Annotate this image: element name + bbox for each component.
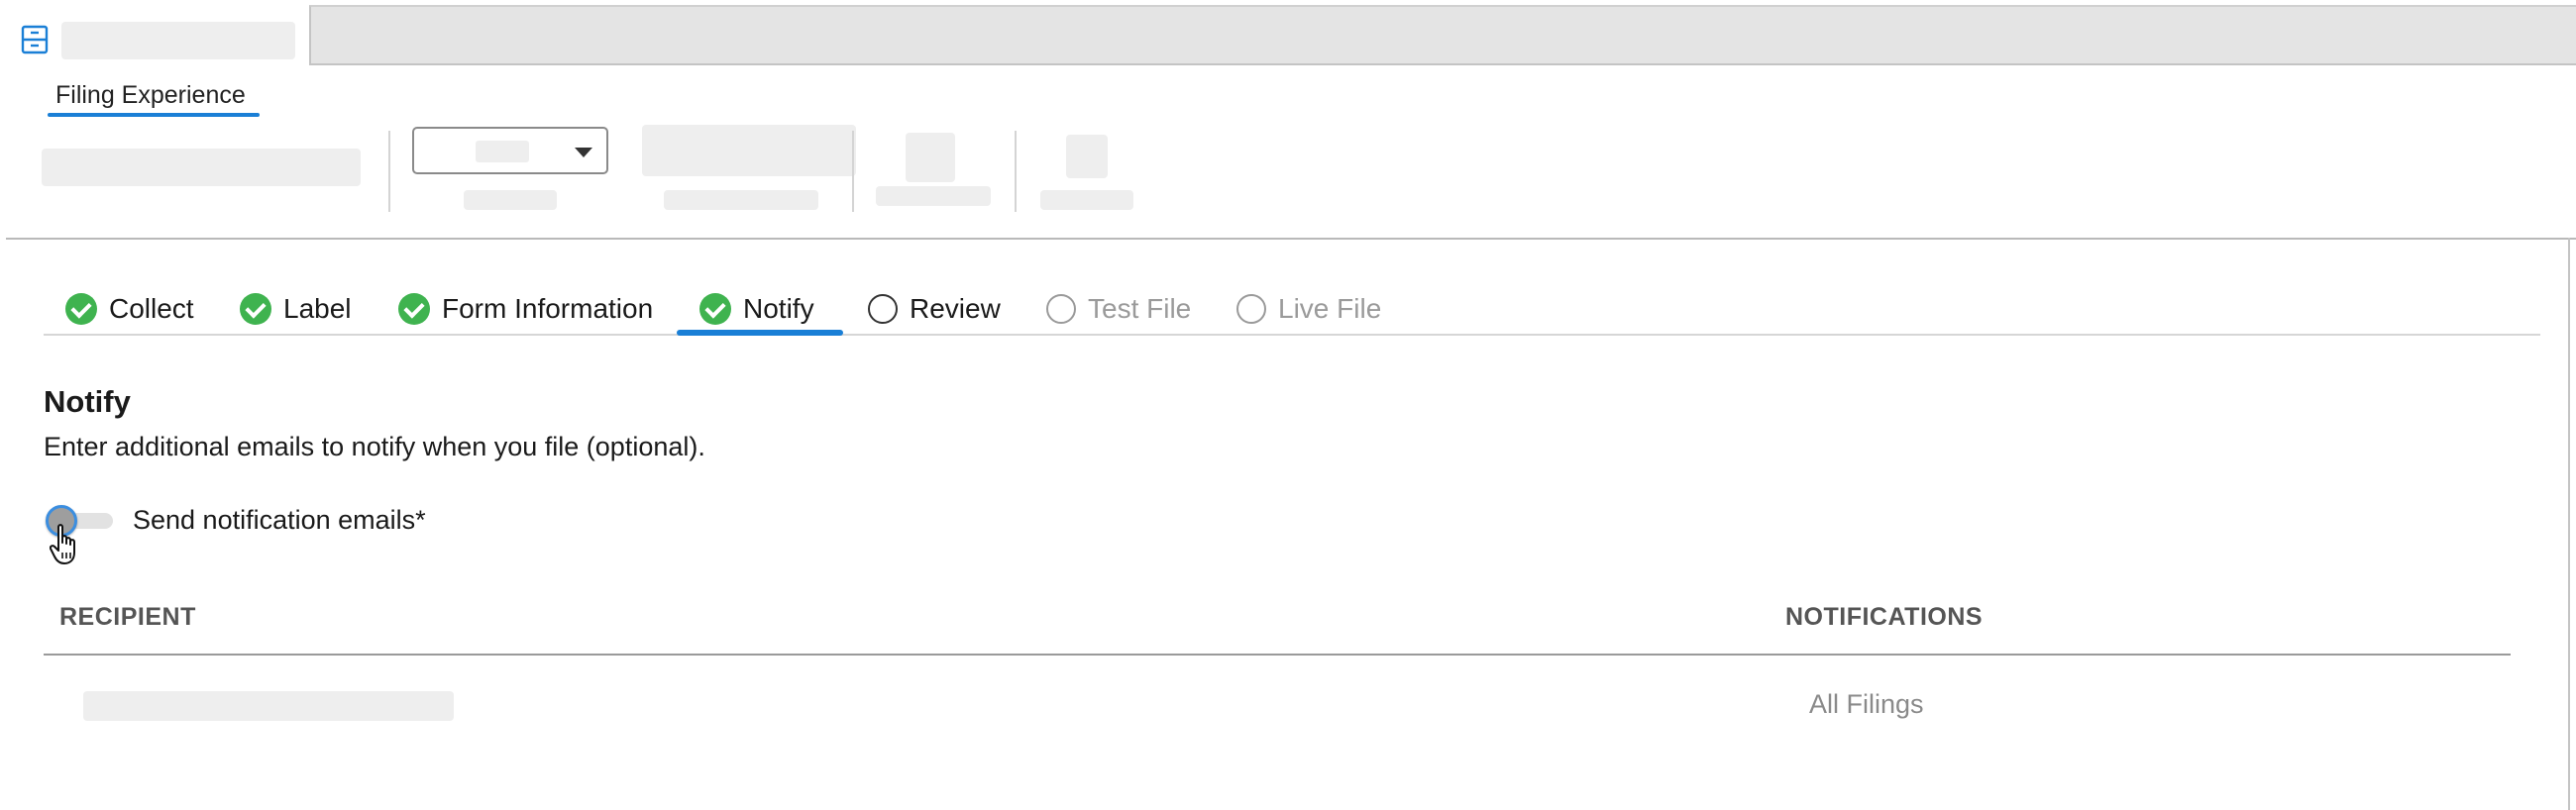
file-cabinet-icon [21,25,49,54]
step-label: Form Information [442,293,654,324]
check-circle-icon [699,293,731,325]
toolbar-divider [388,131,390,212]
step-label: Label [283,293,352,324]
step-notify[interactable]: Notify [699,281,814,337]
tab-title-placeholder [61,22,295,59]
active-window-tab[interactable] [0,5,309,65]
column-header-notifications[interactable]: NOTIFICATIONS [1785,603,1983,632]
toggle-label: Send notification emails* [133,505,426,535]
section-description: Enter additional emails to notify when y… [44,432,705,461]
stepper-active-underline [677,330,843,336]
section-title: Notify [44,384,131,419]
check-circle-icon [240,293,271,325]
subtab-active-underline [48,113,260,117]
toolbar-divider [852,131,854,212]
step-collect[interactable]: Collect [65,281,194,337]
step-review[interactable]: Review [868,281,1001,337]
check-circle-icon [398,293,430,325]
step-label: Collect [109,293,194,324]
step-label: Test File [1088,293,1192,324]
window-tab-strip [0,0,2576,65]
dropdown-value-placeholder [476,141,529,162]
content-right-border [2568,238,2570,810]
column-header-recipient[interactable]: RECIPIENT [59,603,196,632]
toolbar-caption-placeholder-4 [1040,190,1133,210]
stepper-baseline [44,334,2540,336]
step-label: Review [910,293,1001,324]
recipient-placeholder [83,691,454,721]
step-label: Notify [743,293,814,324]
tab-strip-background [309,5,2576,65]
dropdown-caption-placeholder [464,190,557,210]
toolbar-placeholder-1 [42,149,361,186]
toolbar-placeholder-2 [642,125,856,176]
check-circle-icon [65,293,97,325]
step-form-information[interactable]: Form Information [398,281,653,337]
empty-circle-icon [1046,294,1076,324]
toolbar-icon-placeholder-1[interactable] [906,133,955,182]
notifications-cell: All Filings [1809,689,1924,719]
content-top-border [6,238,2576,240]
step-label: Live File [1278,293,1382,324]
step-live-file: Live File [1236,281,1381,337]
toolbar-divider [1015,131,1017,212]
empty-circle-icon [868,294,898,324]
chevron-down-icon [575,148,592,157]
hand-pointer-cursor-icon [50,524,75,564]
toolbar-icon-placeholder-2[interactable] [1066,135,1108,178]
toolbar-caption-placeholder-2 [664,190,818,210]
step-label[interactable]: Label [240,281,352,337]
empty-circle-icon [1236,294,1266,324]
subtab-label: Filing Experience [55,81,246,109]
table-header-divider [44,654,2511,656]
step-test-file: Test File [1046,281,1191,337]
subtab-filing-experience[interactable]: Filing Experience [48,75,260,117]
toolbar-caption-placeholder-3 [876,186,991,206]
toolbar-dropdown[interactable] [412,127,608,174]
